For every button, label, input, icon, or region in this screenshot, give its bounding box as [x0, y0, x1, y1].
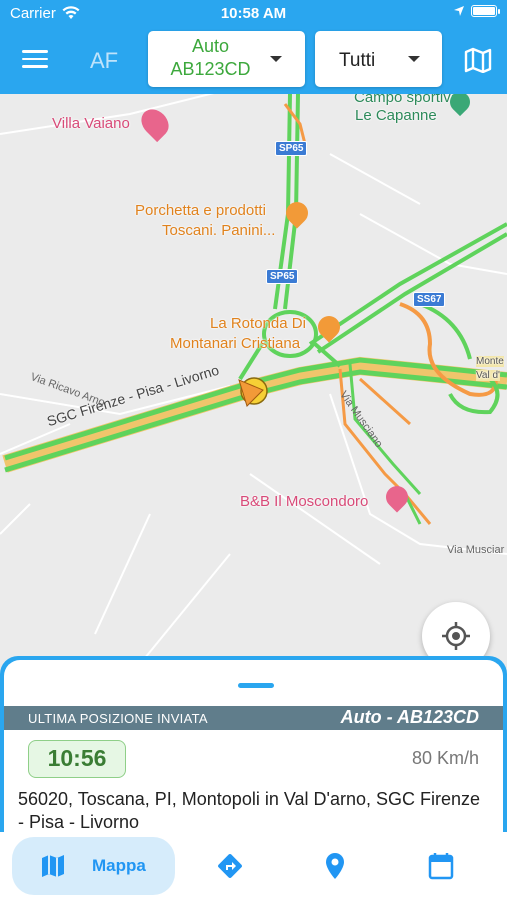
- map-icon: [42, 855, 64, 877]
- menu-button[interactable]: [22, 50, 48, 70]
- menu-icon: [22, 50, 48, 53]
- chevron-down-icon: [408, 56, 420, 62]
- road-shield: SP65: [275, 141, 308, 156]
- location-pin-icon: [326, 853, 344, 879]
- battery-icon: [471, 5, 500, 17]
- status-bar: Carrier 10:58 AM: [0, 0, 507, 28]
- location-arrow-icon: [454, 6, 464, 16]
- position-sheet: ULTIMA POSIZIONE INVIATA Auto - AB123CD …: [0, 656, 507, 836]
- map-icon[interactable]: [462, 47, 494, 73]
- tab-bar: Mappa: [0, 832, 507, 900]
- poi-label[interactable]: La Rotonda Di: [210, 315, 306, 332]
- tab-directions[interactable]: [200, 837, 260, 895]
- crosshair-icon: [442, 622, 470, 650]
- directions-icon: [218, 854, 242, 878]
- poi-label[interactable]: Campo sportivo: [354, 94, 459, 106]
- vehicle-select[interactable]: Auto AB123CD: [148, 31, 305, 87]
- poi-label[interactable]: Montanari Cristiana: [170, 335, 300, 352]
- poi-label[interactable]: Le Capanne: [355, 107, 437, 124]
- info-band: ULTIMA POSIZIONE INVIATA Auto - AB123CD: [4, 706, 503, 730]
- tab-mappa[interactable]: Mappa: [12, 837, 175, 895]
- filter-select[interactable]: Tutti: [315, 31, 442, 87]
- tab-label: Mappa: [92, 856, 146, 875]
- vehicle-label: Auto - AB123CD: [340, 707, 479, 727]
- last-position-label: ULTIMA POSIZIONE INVIATA: [28, 711, 208, 726]
- vehicle-marker-icon[interactable]: [235, 376, 269, 410]
- tab-places[interactable]: [305, 837, 365, 895]
- road-shield: SS67: [413, 292, 446, 307]
- position-sheet-content: ULTIMA POSIZIONE INVIATA Auto - AB123CD …: [4, 660, 503, 836]
- poi-label[interactable]: Val d': [476, 370, 500, 381]
- time-badge: 10:56: [28, 740, 126, 778]
- address-text: 56020, Toscana, PI, Montopoli in Val D'a…: [18, 789, 481, 832]
- poi-label[interactable]: Monte: [476, 356, 504, 367]
- map-view[interactable]: Villa Vaiano Campo sportivo Le Capanne P…: [0, 94, 507, 664]
- poi-label[interactable]: Toscani. Panini...: [162, 222, 275, 239]
- locate-me-button[interactable]: [422, 602, 490, 664]
- vehicle-select-line1: Auto: [191, 36, 230, 56]
- chevron-down-icon: [270, 56, 282, 62]
- app-title: AF: [90, 48, 119, 73]
- clock: 10:58 AM: [220, 5, 287, 22]
- road-shield: SP65: [266, 269, 299, 284]
- street-label: Via Musciar: [447, 544, 505, 556]
- sheet-drag-handle[interactable]: [238, 683, 274, 688]
- vehicle-select-line2: AB123CD: [170, 59, 251, 79]
- top-bar: AF Auto AB123CD Tutti: [0, 28, 507, 94]
- speed-label: 80 Km/h: [411, 748, 479, 768]
- poi-label[interactable]: B&B Il Moscondoro: [240, 493, 368, 510]
- calendar-icon: [428, 853, 454, 880]
- poi-label[interactable]: Villa Vaiano: [52, 115, 130, 132]
- filter-select-value: Tutti: [339, 50, 376, 71]
- tab-calendar[interactable]: [411, 837, 471, 895]
- poi-label[interactable]: Porchetta e prodotti: [135, 202, 266, 219]
